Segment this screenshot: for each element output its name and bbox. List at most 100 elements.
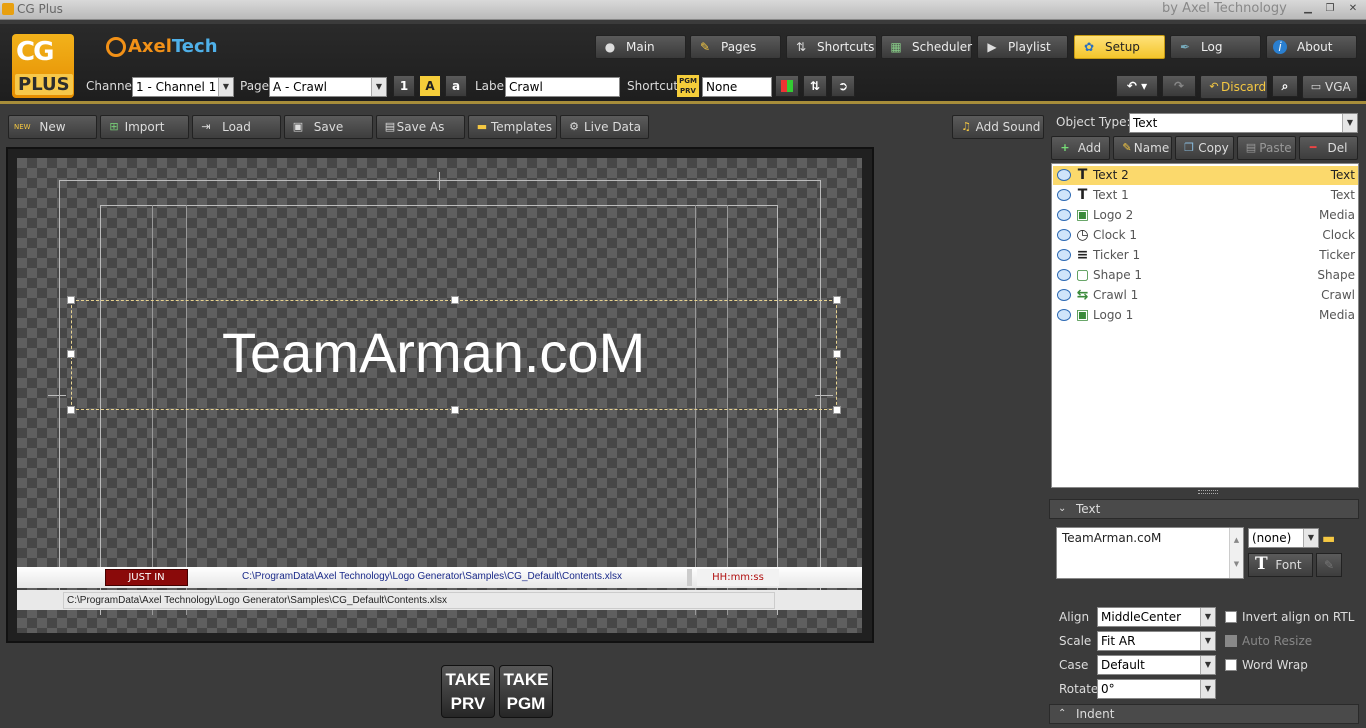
text-panel-header[interactable]: ⌄ Text [1049,499,1359,519]
splitter-grip[interactable] [1198,490,1218,494]
eye-icon[interactable] [1057,289,1071,301]
shortcut-input[interactable]: None [702,77,772,97]
ticker-text[interactable]: C:\ProgramData\Axel Technology\Logo Gene… [67,595,447,606]
resize-handle[interactable] [67,406,75,414]
load-button[interactable]: ⇥ Load [192,115,281,139]
auto-resize-checkbox[interactable] [1225,635,1237,647]
nav-scheduler-button[interactable]: ▦ Scheduler [881,35,972,59]
import-button[interactable]: ⊞ Import [100,115,189,139]
gear-icon: ✿ [1083,40,1095,54]
align-select[interactable]: MiddleCenter ▼ [1097,607,1216,627]
resize-handle[interactable] [451,406,459,414]
list-item[interactable]: ▢ Shape 1 Shape [1053,266,1358,285]
case-select[interactable]: Default ▼ [1097,655,1216,675]
just-in-badge[interactable]: JUST IN [105,569,188,586]
crawl-text[interactable]: C:\ProgramData\Axel Technology\Logo Gene… [242,571,622,582]
vga-button[interactable]: ▭ VGA [1302,75,1358,99]
minimize-icon[interactable]: ▁ [1300,2,1316,16]
nav-log-button[interactable]: ✒ Log [1170,35,1261,59]
nav-shortcuts-button[interactable]: ⇅ Shortcuts [786,35,877,59]
delete-object-button[interactable]: ━ Del [1299,136,1358,160]
invert-align-checkbox[interactable] [1225,611,1237,623]
word-wrap-checkbox[interactable] [1225,659,1237,671]
scale-select[interactable]: Fit AR ▼ [1097,631,1216,651]
search-icon[interactable]: ⌕ [1272,75,1298,97]
resize-handle[interactable] [833,296,841,304]
restore-icon[interactable]: ❐ [1322,2,1338,16]
eye-icon[interactable] [1057,169,1071,181]
eye-icon[interactable] [1057,269,1071,281]
text-icon: T [1077,167,1088,183]
resize-handle[interactable] [67,296,75,304]
rotate-select[interactable]: 0° ▼ [1097,679,1216,699]
folder-icon[interactable]: ▬ [1322,531,1335,547]
eye-icon[interactable] [1057,189,1071,201]
channel-select[interactable]: 1 - Channel 1 ▼ [132,77,234,97]
object-list: T Text 2 Text T Text 1 Text ▣ Logo 2 Media ◷ Cl… [1051,163,1359,488]
brush-icon[interactable]: ✎ [1316,553,1342,577]
eye-icon[interactable] [1057,309,1071,321]
text-style-select[interactable]: (none) ▼ [1248,528,1319,548]
image-icon: ▣ [1075,207,1090,223]
object-type-select[interactable]: Text ▼ [1129,113,1358,133]
import-icon: ⊞ [109,120,119,133]
case-1-button[interactable]: 1 [393,75,415,97]
redo-icon[interactable]: ↷ [1162,75,1196,97]
label-input[interactable]: Crawl [505,77,620,97]
templates-button[interactable]: ▬ Templates [468,115,557,139]
nav-main-button[interactable]: ● Main [595,35,686,59]
color-icon[interactable] [775,75,799,97]
font-button[interactable]: T Font [1248,553,1313,577]
resize-handle[interactable] [451,296,459,304]
list-item[interactable]: T Text 1 Text [1053,186,1358,205]
page-select[interactable]: A - Crawl ▼ [269,77,387,97]
nav-about-button[interactable]: i About [1266,35,1357,59]
close-icon[interactable]: ✕ [1345,2,1361,16]
clock-text[interactable]: HH:mm:ss [697,569,779,586]
swap-icon[interactable]: ⇅ [803,75,827,97]
case-lower-button[interactable]: a [445,75,467,97]
undo-icon[interactable]: ↶ ▾ [1116,75,1158,97]
selection-box[interactable] [67,296,841,414]
resize-handle[interactable] [833,406,841,414]
take-prv-button[interactable]: TAKE PRV [441,665,495,718]
paste-object-button[interactable]: ▤ Paste [1237,136,1296,160]
resize-handle[interactable] [833,350,841,358]
pencil-icon: ✎ [1122,141,1132,154]
save-button[interactable]: ▣ Save [284,115,373,139]
pgm-prv-toggle[interactable]: PGM PRV [677,75,699,97]
logo-plus: PLUS [15,74,73,95]
list-item[interactable]: ▣ Logo 1 Media [1053,306,1358,325]
discard-button[interactable]: ↶ Discard [1200,75,1268,99]
eye-icon[interactable] [1057,249,1071,261]
case-upper-button[interactable]: A [419,75,441,97]
save-as-button[interactable]: ▤ Save As [376,115,465,139]
live-data-button[interactable]: ⚙ Live Data [560,115,649,139]
list-item[interactable]: ▣ Logo 2 Media [1053,206,1358,225]
add-object-button[interactable]: + Add [1051,136,1110,160]
eye-icon[interactable] [1057,229,1071,241]
speed-icon[interactable]: ➲ [831,75,855,97]
nav-playlist-button[interactable]: ▶ Playlist [977,35,1068,59]
log-icon: ✒ [1179,40,1191,54]
copy-object-button[interactable]: ❐ Copy [1175,136,1234,160]
text-value-input[interactable]: TeamArman.coM ▲ ▼ [1056,527,1244,579]
list-item[interactable]: ⇆ Crawl 1 Crawl [1053,286,1358,305]
font-icon: T [1255,554,1268,574]
indent-panel-header[interactable]: ⌃ Indent [1049,704,1359,724]
label-label: Label [475,79,508,93]
add-sound-button[interactable]: ♫ Add Sound [952,115,1044,139]
scrollbar[interactable]: ▲ ▼ [1229,528,1243,578]
new-button[interactable]: NEW New [8,115,97,139]
logo-cg: CG [16,37,54,67]
list-item[interactable]: ≡ Ticker 1 Ticker [1053,246,1358,265]
resize-handle[interactable] [67,350,75,358]
list-item[interactable]: T Text 2 Text [1053,166,1358,185]
name-object-button[interactable]: ✎ Name [1113,136,1172,160]
list-item[interactable]: ◷ Clock 1 Clock [1053,226,1358,245]
nav-pages-button[interactable]: ✎ Pages [690,35,781,59]
take-pgm-button[interactable]: TAKE PGM [499,665,553,718]
word-wrap-label: Word Wrap [1242,658,1308,672]
eye-icon[interactable] [1057,209,1071,221]
nav-setup-button[interactable]: ✿ Setup [1074,35,1165,59]
